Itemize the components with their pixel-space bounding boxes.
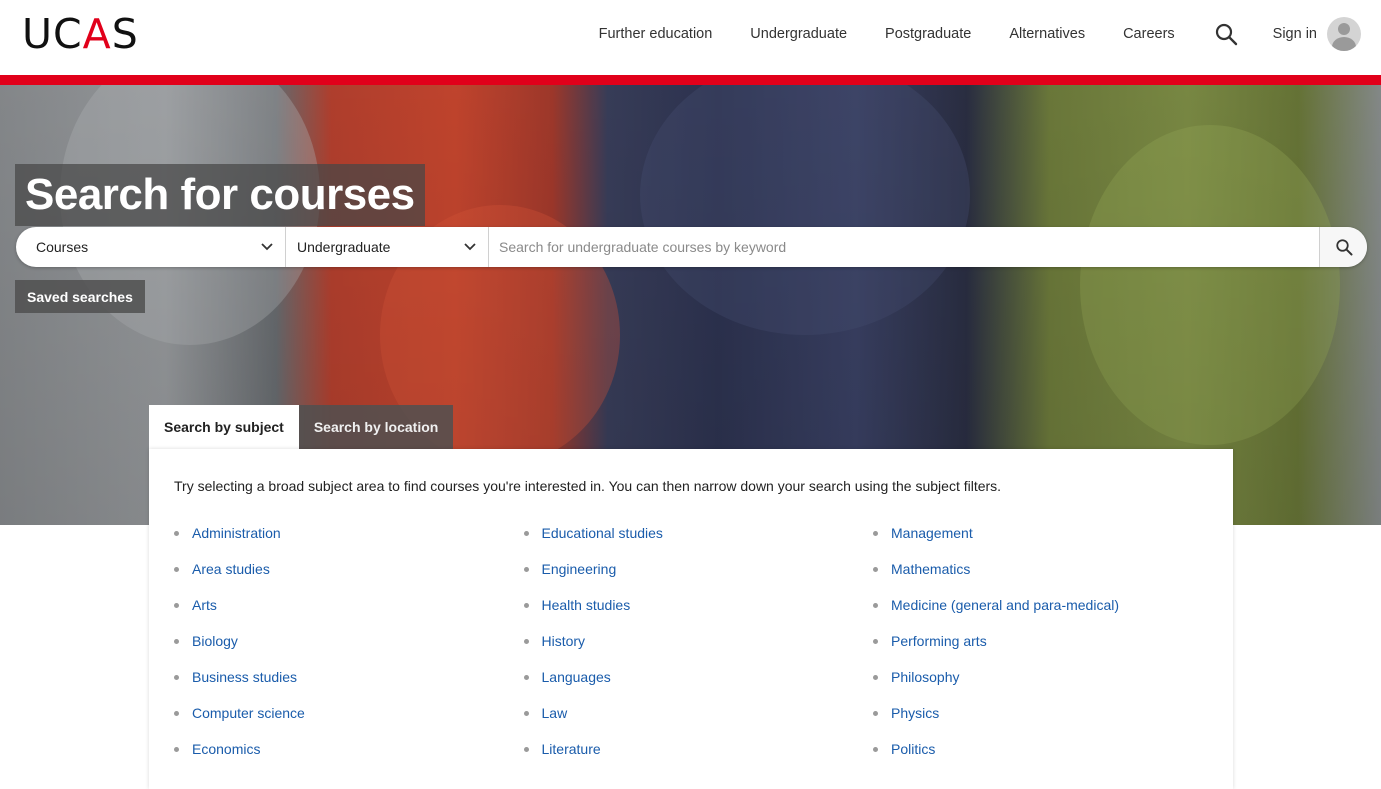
list-item: Mathematics — [873, 551, 1223, 587]
tab-search-by-location[interactable]: Search by location — [298, 405, 454, 449]
search-icon — [1335, 239, 1352, 256]
search-tabs: Search by subject Search by location — [149, 405, 454, 449]
nav-further-education[interactable]: Further education — [599, 26, 713, 42]
main-nav: Further education Undergraduate Postgrad… — [599, 0, 1381, 68]
list-item: Law — [523, 695, 874, 731]
subject-link[interactable]: Engineering — [542, 561, 617, 577]
subject-link[interactable]: Mathematics — [891, 561, 970, 577]
list-item: Arts — [174, 587, 524, 623]
subject-link[interactable]: Management — [891, 525, 973, 541]
keyword-search-input[interactable] — [489, 227, 1319, 267]
search-type-select[interactable]: Courses — [16, 227, 286, 267]
subject-link[interactable]: Philosophy — [891, 669, 960, 685]
page-title: Search for courses — [25, 170, 415, 219]
list-item: Health studies — [523, 587, 874, 623]
sign-in-link[interactable]: Sign in — [1273, 26, 1317, 42]
list-item: Languages — [523, 659, 874, 695]
search-type-value: Courses — [36, 239, 89, 255]
study-level-value: Undergraduate — [297, 239, 391, 255]
nav-alternatives[interactable]: Alternatives — [1009, 26, 1085, 42]
subject-link[interactable]: Economics — [192, 741, 260, 757]
list-item: Performing arts — [873, 623, 1223, 659]
subject-column-1: Administration Area studies Arts Biology… — [174, 515, 524, 767]
subject-link[interactable]: Area studies — [192, 561, 270, 577]
subject-panel: Try selecting a broad subject area to fi… — [149, 449, 1233, 789]
subject-link[interactable]: Computer science — [192, 705, 305, 721]
list-item: Medicine (general and para-medical) — [873, 587, 1223, 623]
subject-link[interactable]: Politics — [891, 741, 935, 757]
list-item: Literature — [523, 731, 874, 767]
list-item: Area studies — [174, 551, 524, 587]
nav-postgraduate[interactable]: Postgraduate — [885, 26, 971, 42]
course-search-bar: Courses Undergraduate — [16, 227, 1367, 267]
list-item: Philosophy — [873, 659, 1223, 695]
subject-link[interactable]: Languages — [542, 669, 611, 685]
subject-link[interactable]: Educational studies — [542, 525, 663, 541]
subject-list: Administration Area studies Arts Biology… — [174, 515, 1223, 767]
site-header: UCAS Further education Undergraduate Pos… — [0, 0, 1381, 75]
saved-searches-button[interactable]: Saved searches — [15, 280, 145, 313]
subject-link[interactable]: Law — [542, 705, 568, 721]
brand-divider — [0, 75, 1381, 85]
subject-link[interactable]: Administration — [192, 525, 281, 541]
nav-undergraduate[interactable]: Undergraduate — [750, 26, 847, 42]
subject-link[interactable]: History — [542, 633, 586, 649]
chevron-down-icon — [261, 243, 273, 251]
subject-link[interactable]: Performing arts — [891, 633, 987, 649]
list-item: Engineering — [523, 551, 874, 587]
user-avatar-icon[interactable] — [1327, 17, 1361, 51]
list-item: Business studies — [174, 659, 524, 695]
subject-link[interactable]: Medicine (general and para-medical) — [891, 597, 1119, 613]
subject-link[interactable]: Literature — [542, 741, 601, 757]
list-item: Biology — [174, 623, 524, 659]
list-item: Physics — [873, 695, 1223, 731]
nav-careers[interactable]: Careers — [1123, 26, 1175, 42]
list-item: Educational studies — [523, 515, 874, 551]
subject-link[interactable]: Business studies — [192, 669, 297, 685]
ucas-logo[interactable]: UCAS — [22, 12, 139, 56]
tab-search-by-subject[interactable]: Search by subject — [149, 405, 299, 449]
list-item: Politics — [873, 731, 1223, 767]
subject-intro-text: Try selecting a broad subject area to fi… — [174, 478, 1002, 494]
subject-column-3: Management Mathematics Medicine (general… — [873, 515, 1223, 767]
subject-link[interactable]: Health studies — [542, 597, 631, 613]
list-item: Economics — [174, 731, 524, 767]
hero-title-box: Search for courses — [15, 164, 425, 226]
list-item: Computer science — [174, 695, 524, 731]
subject-link[interactable]: Arts — [192, 597, 217, 613]
logo-text: UCAS — [22, 9, 139, 58]
subject-link[interactable]: Biology — [192, 633, 238, 649]
study-level-select[interactable]: Undergraduate — [286, 227, 489, 267]
search-icon[interactable] — [1213, 21, 1239, 47]
list-item: Administration — [174, 515, 524, 551]
list-item: Management — [873, 515, 1223, 551]
list-item: History — [523, 623, 874, 659]
chevron-down-icon — [464, 243, 476, 251]
subject-link[interactable]: Physics — [891, 705, 939, 721]
search-submit-button[interactable] — [1319, 227, 1367, 267]
subject-column-2: Educational studies Engineering Health s… — [523, 515, 874, 767]
